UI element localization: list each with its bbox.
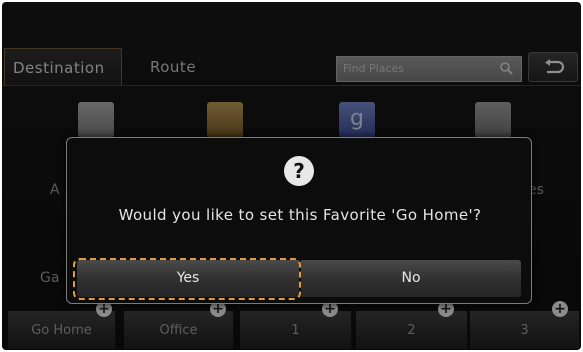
focus-highlight xyxy=(73,258,301,300)
navigation-screen: Destination Route Find Places g A es Ga … xyxy=(2,2,581,350)
no-button[interactable]: No xyxy=(301,260,521,297)
question-icon: ? xyxy=(284,156,314,186)
dialog-message: Would you like to set this Favorite 'Go … xyxy=(118,206,482,224)
